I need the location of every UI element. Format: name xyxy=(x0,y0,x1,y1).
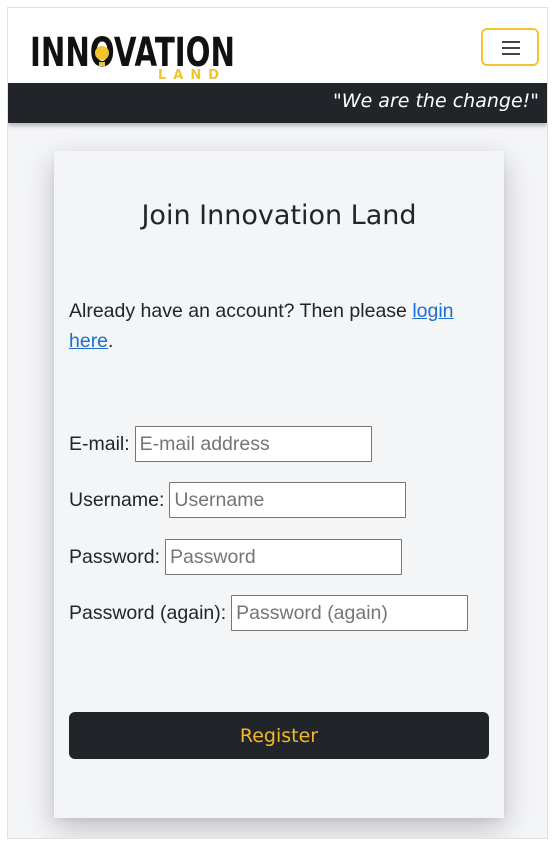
svg-text:LAND: LAND xyxy=(158,68,226,80)
password-field[interactable] xyxy=(165,539,403,575)
email-field[interactable] xyxy=(134,426,372,462)
login-prompt-suffix: . xyxy=(108,330,114,352)
password-again-row: Password (again): xyxy=(69,595,469,631)
password-row: Password: xyxy=(69,539,403,575)
username-row: Username: xyxy=(69,482,407,518)
slogan-bar: "We are the change!" xyxy=(8,83,547,123)
register-button[interactable]: Register xyxy=(69,712,489,759)
site-logo[interactable]: INNOVATION LAND xyxy=(30,24,240,80)
menu-toggle-button[interactable] xyxy=(481,28,539,66)
page-title: Join Innovation Land xyxy=(141,200,417,231)
email-label: E-mail: xyxy=(69,432,130,455)
navbar: INNOVATION LAND xyxy=(8,8,547,83)
password-again-label: Password (again): xyxy=(69,601,227,624)
username-field[interactable] xyxy=(169,482,407,518)
slogan-text: "We are the change!" xyxy=(333,90,539,112)
signup-card: Join Innovation Land Already have an acc… xyxy=(54,151,504,818)
username-label: Username: xyxy=(69,488,165,511)
password-label: Password: xyxy=(69,545,161,568)
login-prompt: Already have an account? Then please log… xyxy=(69,296,489,356)
login-prompt-text: Already have an account? Then please xyxy=(69,300,413,322)
page-frame: INNOVATION LAND "We are the change!" Joi… xyxy=(7,7,548,839)
email-row: E-mail: xyxy=(69,426,372,462)
hamburger-icon xyxy=(502,41,520,55)
password-again-field[interactable] xyxy=(231,595,469,631)
